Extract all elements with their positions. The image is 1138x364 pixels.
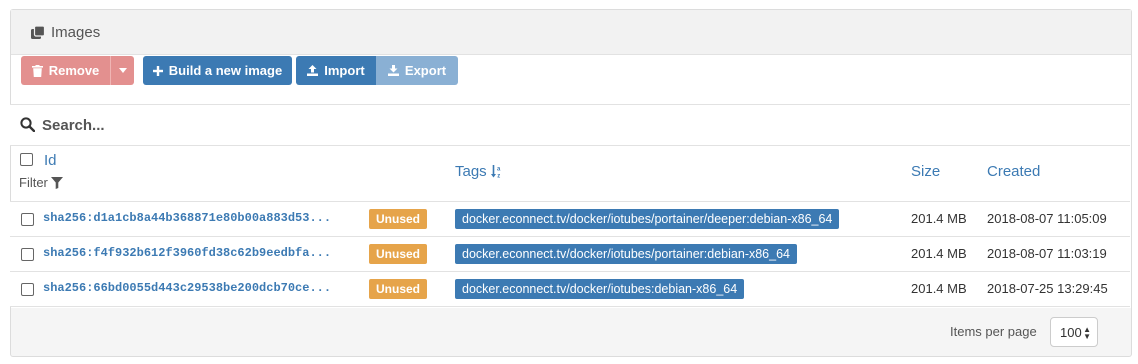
column-header-created[interactable]: Created xyxy=(987,163,1040,180)
table-row: sha256:d1a1cb8a44b368871e80b00a883d53...… xyxy=(10,201,1130,236)
remove-button-label: Remove xyxy=(48,63,100,78)
caret-down-icon xyxy=(118,68,127,73)
items-per-page-select[interactable]: 100 ▲ ▼ xyxy=(1050,317,1098,347)
status-badge: Unused xyxy=(369,244,428,264)
filter-icon xyxy=(50,176,63,189)
svg-text:a: a xyxy=(497,167,501,173)
table-footer: Items per page 100 ▲ ▼ xyxy=(10,306,1130,356)
image-tag-label: docker.econnect.tv/docker/iotubes:debian… xyxy=(455,279,745,299)
image-created: 2018-08-07 11:05:09 xyxy=(987,211,1107,226)
image-size: 201.4 MB xyxy=(911,281,967,296)
export-button-label: Export xyxy=(404,63,447,78)
search-icon xyxy=(20,117,35,132)
table-row: sha256:f4f932b612f3960fd38c62b9eedbfa...… xyxy=(10,236,1130,271)
remove-dropdown-toggle[interactable] xyxy=(110,56,134,85)
image-created: 2018-08-07 11:03:19 xyxy=(987,246,1107,261)
panel-title: Images xyxy=(31,24,100,41)
import-button-label: Import xyxy=(324,63,365,78)
status-badge: Unused xyxy=(369,209,428,229)
status-badge: Unused xyxy=(369,279,428,299)
upload-icon xyxy=(307,65,319,76)
export-button[interactable]: Export xyxy=(376,56,458,85)
select-arrows-icon: ▲ ▼ xyxy=(1083,325,1091,341)
trash-icon xyxy=(31,64,43,77)
panel-header: Images xyxy=(11,10,1131,55)
build-image-button[interactable]: Build a new image xyxy=(143,56,292,85)
plus-icon xyxy=(152,65,163,76)
table-row: sha256:66bd0055d443c29538be200dcb70ce...… xyxy=(10,271,1130,307)
sort-alpha-icon: a z xyxy=(490,165,501,179)
select-all-checkbox[interactable] xyxy=(20,153,33,166)
image-id-link[interactable]: sha256:d1a1cb8a44b368871e80b00a883d53... xyxy=(43,211,331,225)
search-bar xyxy=(10,104,1130,146)
remove-button[interactable]: Remove xyxy=(21,56,110,85)
column-header-id[interactable]: Id xyxy=(44,152,57,169)
image-size: 201.4 MB xyxy=(911,246,967,261)
image-tag-label: docker.econnect.tv/docker/iotubes/portai… xyxy=(455,244,797,264)
build-image-button-label: Build a new image xyxy=(168,63,283,78)
column-header-tags[interactable]: Tags a z xyxy=(455,163,503,180)
filter-label: Filter xyxy=(19,175,48,190)
image-id-link[interactable]: sha256:f4f932b612f3960fd38c62b9eedbfa... xyxy=(43,246,331,260)
items-per-page-value: 100 xyxy=(1060,324,1082,340)
items-per-page-label: Items per page xyxy=(950,324,1037,339)
image-created: 2018-07-25 13:29:45 xyxy=(987,281,1108,296)
clone-icon xyxy=(31,25,45,39)
filter-toggle[interactable]: Filter xyxy=(19,175,63,190)
row-checkbox[interactable] xyxy=(21,248,34,261)
column-header-size[interactable]: Size xyxy=(911,163,940,180)
search-input[interactable] xyxy=(42,113,642,137)
image-tag-label: docker.econnect.tv/docker/iotubes/portai… xyxy=(455,209,840,229)
row-checkbox[interactable] xyxy=(21,283,34,296)
row-checkbox[interactable] xyxy=(21,213,34,226)
panel-title-text: Images xyxy=(51,24,101,41)
column-header-tags-label: Tags xyxy=(455,163,487,180)
image-size: 201.4 MB xyxy=(911,211,967,226)
download-icon xyxy=(387,65,399,76)
svg-text:z: z xyxy=(497,174,500,179)
image-id-link[interactable]: sha256:66bd0055d443c29538be200dcb70ce... xyxy=(43,281,331,295)
import-button[interactable]: Import xyxy=(296,56,376,85)
